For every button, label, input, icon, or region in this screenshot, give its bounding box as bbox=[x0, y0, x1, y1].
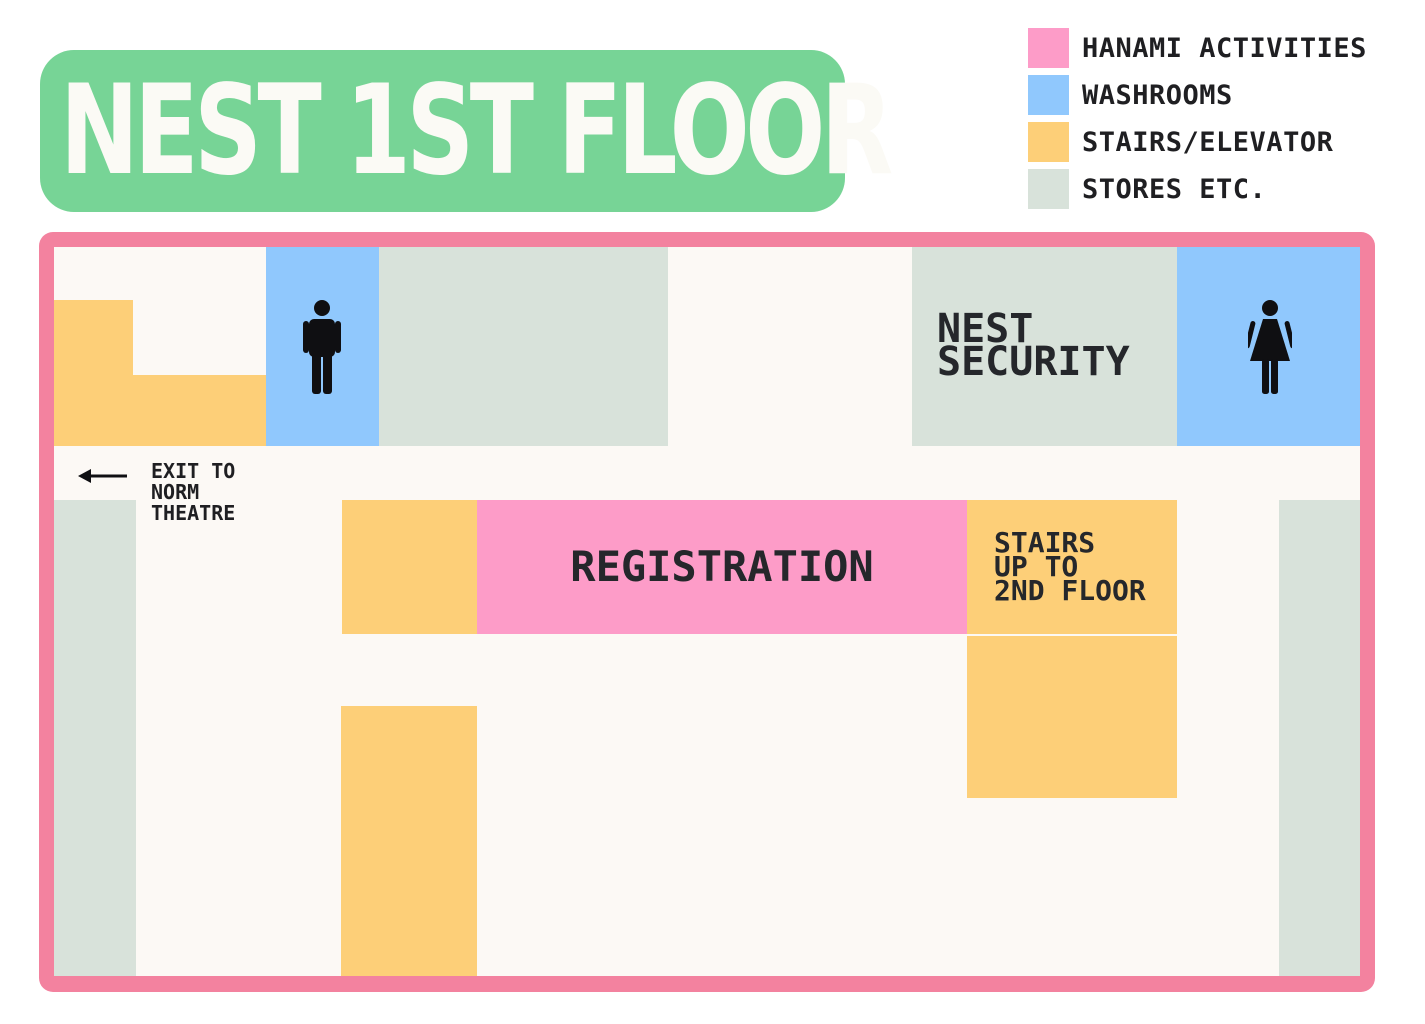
man-icon bbox=[303, 300, 341, 394]
stairs-top-left-b bbox=[54, 375, 266, 446]
legend-item-stairs: STAIRS/ELEVATOR bbox=[1028, 122, 1408, 162]
legend-item-washrooms: WASHROOMS bbox=[1028, 75, 1408, 115]
legend-swatch-stairs bbox=[1028, 122, 1069, 162]
stairs-left-of-registration bbox=[342, 500, 477, 634]
woman-icon bbox=[1248, 300, 1292, 394]
legend-label-hanami: HANAMI ACTIVITIES bbox=[1082, 33, 1367, 64]
store-right-strip bbox=[1279, 500, 1360, 976]
legend-label-washrooms: WASHROOMS bbox=[1082, 80, 1233, 111]
page-title: NEST 1ST FLOOR bbox=[60, 59, 893, 203]
stairs-up-to-2nd-floor: STAIRS UP TO 2ND FLOOR bbox=[967, 500, 1177, 634]
womens-washroom bbox=[1177, 247, 1360, 446]
exit-label-line2: NORM bbox=[151, 480, 200, 504]
mens-washroom bbox=[266, 247, 379, 446]
exit-label: EXIT TO NORM THEATRE bbox=[151, 461, 235, 524]
stairs-label-line3: 2ND FLOOR bbox=[994, 574, 1146, 607]
exit-label-line3: THEATRE bbox=[151, 501, 236, 525]
security-label-line2: SECURITY bbox=[937, 339, 1130, 385]
legend-swatch-washrooms bbox=[1028, 75, 1069, 115]
left-arrow-icon bbox=[78, 469, 127, 483]
legend-label-stairs: STAIRS/ELEVATOR bbox=[1082, 127, 1334, 158]
registration-label: REGISTRATION bbox=[570, 542, 874, 591]
stairs-lower-right bbox=[967, 636, 1177, 798]
legend-swatch-stores bbox=[1028, 169, 1069, 209]
legend-item-hanami: HANAMI ACTIVITIES bbox=[1028, 28, 1408, 68]
legend-swatch-hanami bbox=[1028, 28, 1069, 68]
nest-security: NEST SECURITY bbox=[912, 247, 1177, 446]
legend-item-stores: STORES ETC. bbox=[1028, 169, 1408, 209]
stairs-bottom-column bbox=[341, 706, 477, 976]
store-top-center bbox=[379, 247, 668, 446]
store-left-strip bbox=[54, 500, 136, 976]
legend-label-stores: STORES ETC. bbox=[1082, 174, 1267, 205]
exit-label-line1: EXIT TO bbox=[151, 459, 236, 483]
registration: REGISTRATION bbox=[477, 500, 967, 634]
